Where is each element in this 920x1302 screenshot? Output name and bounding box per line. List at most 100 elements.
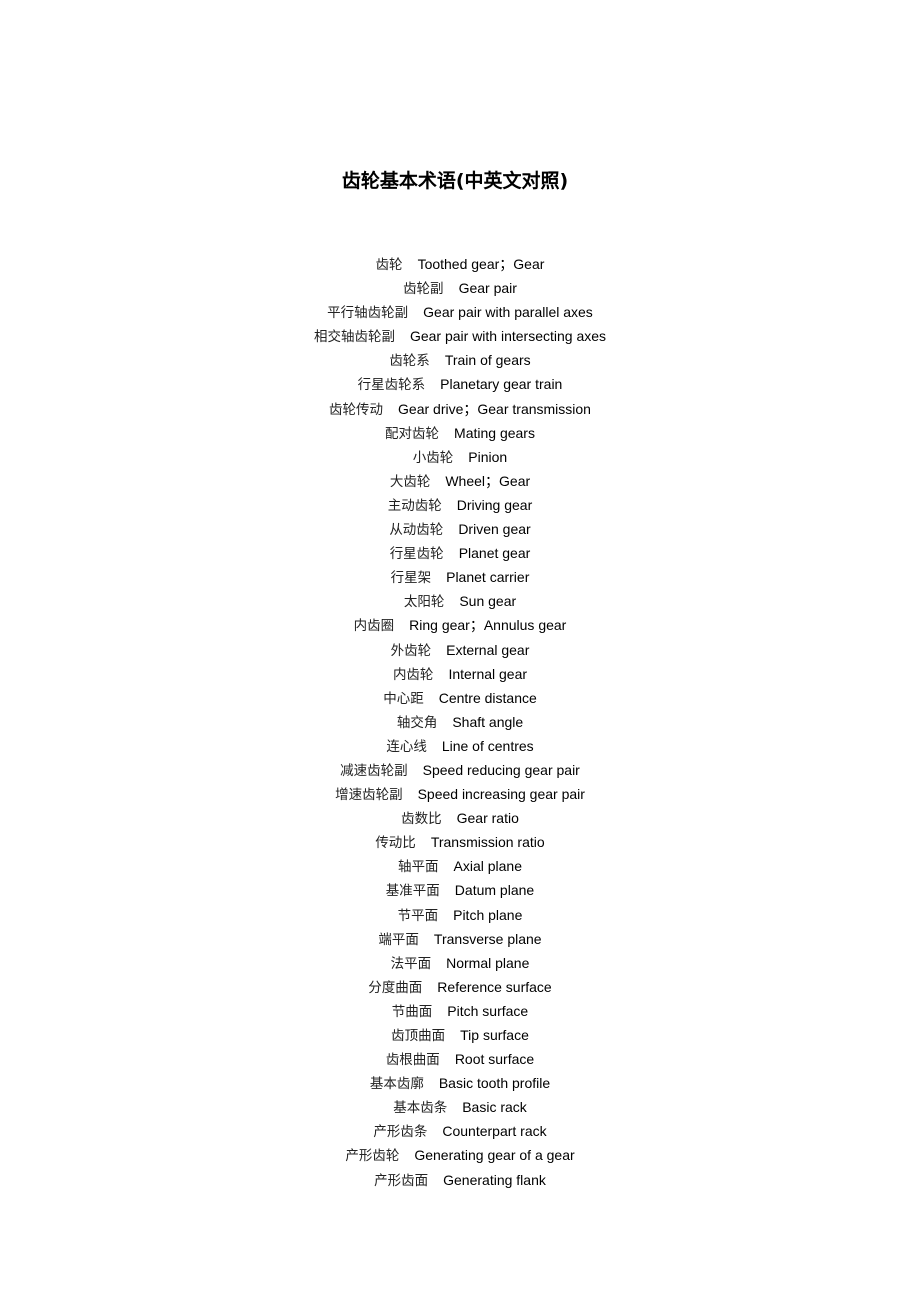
term-chinese: 增速齿轮副 — [335, 787, 403, 804]
term-english: Generating flank — [443, 1171, 546, 1188]
term-row: 行星齿轮 Planet gear — [0, 541, 920, 565]
term-english: Mating gears — [454, 424, 535, 441]
term-chinese: 基本齿廓 — [369, 1076, 424, 1093]
term-row: 齿轮副 Gear pair — [0, 276, 920, 300]
term-english: Driven gear — [458, 521, 531, 538]
term-row: 齿轮 Toothed gear；Gear — [0, 252, 920, 276]
term-english: Wheel；Gear — [445, 472, 531, 489]
term-chinese: 行星架 — [390, 570, 432, 587]
term-row: 分度曲面 Reference surface — [0, 975, 920, 999]
term-english: Shaft angle — [452, 713, 524, 730]
term-row: 产形齿轮 Generating gear of a gear — [0, 1143, 920, 1167]
term-english: External gear — [446, 641, 530, 658]
term-row: 齿轮传动 Gear drive；Gear transmission — [0, 397, 920, 421]
term-chinese: 法平面 — [390, 955, 432, 972]
term-english: Basic rack — [462, 1099, 527, 1116]
term-chinese: 齿轮传动 — [329, 401, 384, 418]
term-row: 内齿轮 Internal gear — [0, 662, 920, 686]
term-row: 平行轴齿轮副 Gear pair with parallel axes — [0, 300, 920, 324]
term-english: Speed reducing gear pair — [422, 761, 580, 778]
term-chinese: 分度曲面 — [368, 979, 423, 996]
term-row: 齿轮系 Train of gears — [0, 348, 920, 372]
term-row: 太阳轮 Sun gear — [0, 589, 920, 613]
term-row: 产形齿条 Counterpart rack — [0, 1119, 920, 1143]
term-chinese: 基准平面 — [385, 883, 440, 900]
term-english: Transverse plane — [433, 930, 542, 947]
term-row: 节平面 Pitch plane — [0, 903, 920, 927]
term-chinese: 产形齿面 — [374, 1172, 429, 1189]
term-english: Planet gear — [458, 545, 531, 562]
term-row: 产形齿面 Generating flank — [0, 1168, 920, 1192]
term-chinese: 轴交角 — [396, 714, 438, 731]
term-chinese: 相交轴齿轮副 — [313, 329, 395, 346]
term-row: 基准平面 Datum plane — [0, 878, 920, 902]
term-chinese: 节平面 — [397, 907, 439, 924]
term-row: 端平面 Transverse plane — [0, 927, 920, 951]
term-row: 大齿轮 Wheel；Gear — [0, 469, 920, 493]
term-chinese: 齿轮 — [375, 257, 403, 273]
term-list: 齿轮 Toothed gear；Gear 齿轮副 Gear pair 平行轴齿轮副 G… — [0, 252, 920, 1192]
term-chinese: 传动比 — [375, 835, 416, 852]
term-chinese: 配对齿轮 — [385, 425, 440, 442]
term-english: Pinion — [468, 448, 508, 465]
term-row: 节曲面 Pitch surface — [0, 999, 920, 1023]
term-row: 内齿圈 Ring gear；Annulus gear — [0, 613, 920, 637]
term-chinese: 齿根曲面 — [385, 1052, 440, 1069]
term-english: Tip surface — [460, 1027, 529, 1043]
term-english: Planet carrier — [446, 569, 530, 586]
term-english: Reference surface — [437, 978, 552, 995]
term-chinese: 主动齿轮 — [387, 497, 442, 514]
term-chinese: 中心距 — [383, 690, 424, 707]
term-chinese: 内齿轮 — [392, 666, 434, 683]
term-english: Speed increasing gear pair — [417, 786, 585, 803]
term-row: 连心线 Line of centres — [0, 734, 920, 758]
term-english: Normal plane — [446, 954, 530, 971]
term-chinese: 产形齿条 — [373, 1124, 428, 1141]
term-english: Sun gear — [459, 593, 517, 610]
term-row: 小齿轮 Pinion — [0, 445, 920, 469]
term-english: Axial plane — [453, 858, 523, 875]
term-row: 行星架 Planet carrier — [0, 565, 920, 589]
document-title: 齿轮基本术语(中英文对照) — [341, 170, 569, 192]
term-english: Root surface — [454, 1051, 535, 1068]
term-row: 从动齿轮 Driven gear — [0, 517, 920, 541]
term-english: Gear drive；Gear transmission — [398, 400, 591, 417]
term-row: 外齿轮 External gear — [0, 638, 920, 662]
term-english: Counterpart rack — [442, 1123, 547, 1140]
term-chinese: 行星齿轮 — [389, 546, 444, 563]
term-english: Gear pair with parallel axes — [423, 304, 593, 321]
term-row: 主动齿轮 Driving gear — [0, 493, 920, 517]
term-row: 相交轴齿轮副 Gear pair with intersecting axes — [0, 324, 920, 348]
term-row: 增速齿轮副 Speed increasing gear pair — [0, 782, 920, 806]
term-english: Pitch surface — [447, 1002, 529, 1019]
term-chinese: 大齿轮 — [389, 473, 431, 490]
term-chinese: 连心线 — [386, 738, 427, 755]
term-english: Line of centres — [441, 737, 534, 754]
term-english: Internal gear — [448, 665, 528, 682]
term-row: 中心距 Centre distance — [0, 686, 920, 710]
term-chinese: 行星齿轮系 — [357, 377, 426, 394]
term-row: 齿数比 Gear ratio — [0, 806, 920, 830]
term-row: 基本齿条 Basic rack — [0, 1095, 920, 1119]
term-english: Train of gears — [444, 352, 531, 369]
term-chinese: 内齿圈 — [353, 618, 395, 635]
term-chinese: 齿轮副 — [403, 281, 444, 298]
term-row: 减速齿轮副 Speed reducing gear pair — [0, 758, 920, 782]
term-row: 法平面 Normal plane — [0, 951, 920, 975]
term-chinese: 齿数比 — [401, 811, 442, 828]
term-chinese: 太阳轮 — [403, 594, 445, 611]
term-chinese: 从动齿轮 — [389, 522, 444, 539]
term-row: 轴平面 Axial plane — [0, 854, 920, 878]
term-english: Gear ratio — [456, 810, 519, 827]
term-chinese: 小齿轮 — [412, 449, 454, 466]
term-english: Toothed gear；Gear — [417, 256, 545, 272]
term-chinese: 齿轮系 — [389, 353, 430, 370]
term-chinese: 减速齿轮副 — [340, 762, 408, 779]
term-row: 传动比 Transmission ratio — [0, 830, 920, 854]
term-english: Datum plane — [454, 882, 535, 899]
term-row: 配对齿轮 Mating gears — [0, 421, 920, 445]
term-english: Basic tooth profile — [438, 1075, 551, 1092]
term-english: Planetary gear train — [440, 376, 563, 393]
term-chinese: 基本齿条 — [393, 1100, 448, 1117]
term-english: Transmission ratio — [430, 834, 545, 851]
